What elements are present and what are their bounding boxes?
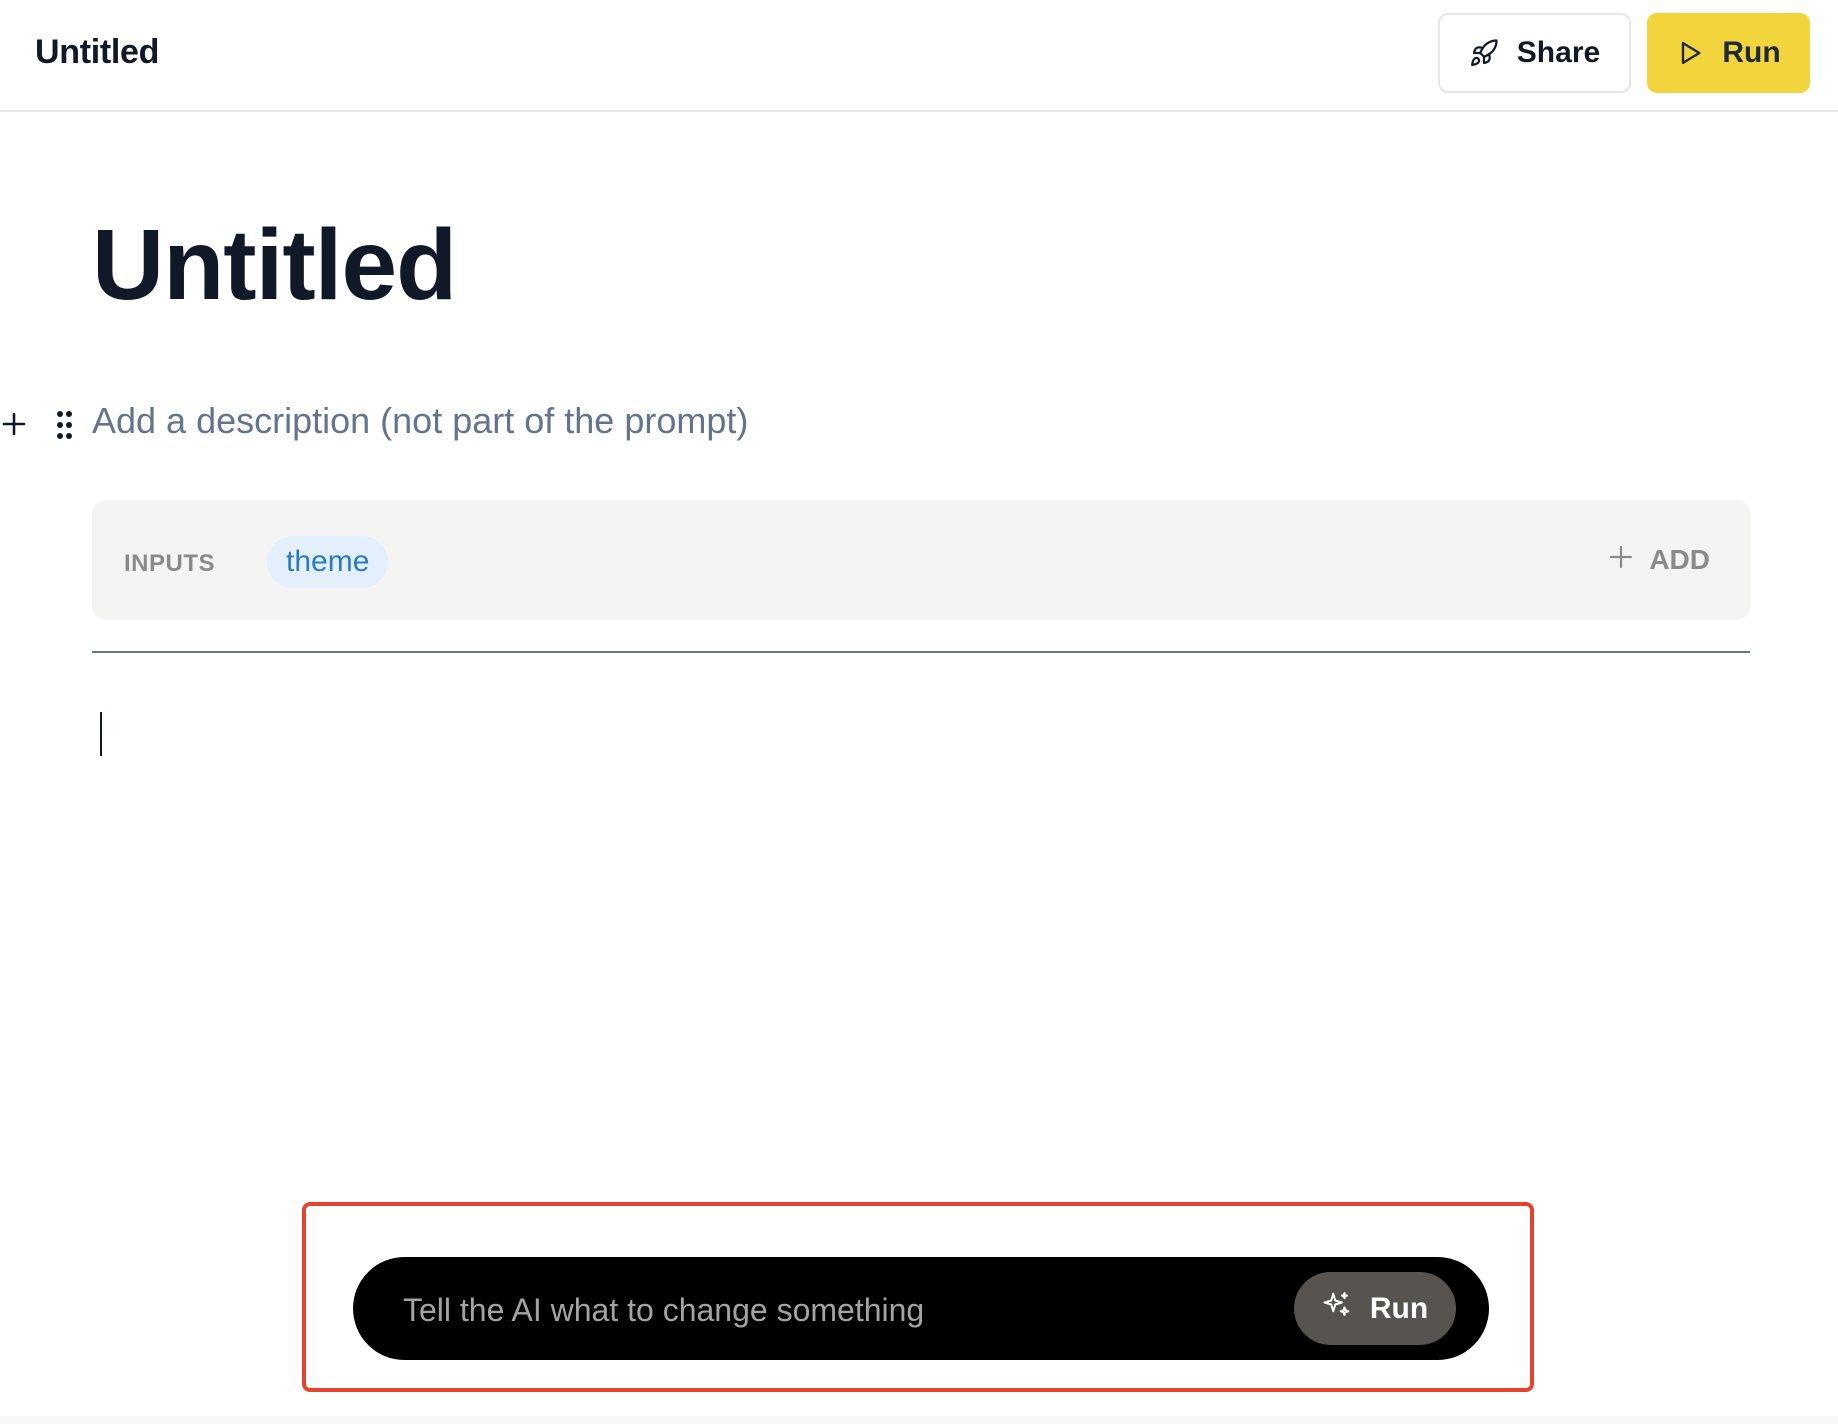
add-label: ADD	[1649, 544, 1710, 575]
sparkles-icon	[1322, 1290, 1352, 1328]
share-label: Share	[1516, 36, 1601, 69]
description-field[interactable]: Add a description (not part of the promp…	[92, 398, 748, 444]
divider	[92, 651, 1750, 653]
share-button[interactable]: Share	[1438, 13, 1631, 93]
prompt-editor[interactable]	[92, 700, 1750, 1160]
add-input-button[interactable]: ADD	[1609, 540, 1710, 580]
plus-icon	[1609, 544, 1633, 576]
ai-instruction-input[interactable]	[401, 1279, 1255, 1341]
inputs-label: INPUTS	[124, 550, 216, 577]
ai-command-bar: Run	[353, 1257, 1489, 1360]
input-chip-theme[interactable]: theme	[267, 536, 389, 588]
app-title: Untitled	[35, 33, 160, 71]
add-block-icon[interactable]	[0, 401, 28, 447]
run-button[interactable]: Run	[1647, 13, 1810, 93]
ai-run-label: Run	[1369, 1291, 1429, 1325]
top-bar: Untitled Share Run	[0, 0, 1838, 112]
inputs-panel: INPUTS theme ADD	[92, 500, 1750, 620]
text-caret	[100, 712, 102, 756]
rocket-icon	[1469, 38, 1499, 68]
play-icon	[1676, 38, 1704, 68]
page-title[interactable]: Untitled	[92, 205, 457, 325]
run-label: Run	[1722, 36, 1781, 69]
ai-run-button[interactable]: Run	[1294, 1272, 1456, 1345]
drag-handle-icon[interactable]	[56, 410, 74, 440]
bottom-edge	[0, 1416, 1838, 1424]
